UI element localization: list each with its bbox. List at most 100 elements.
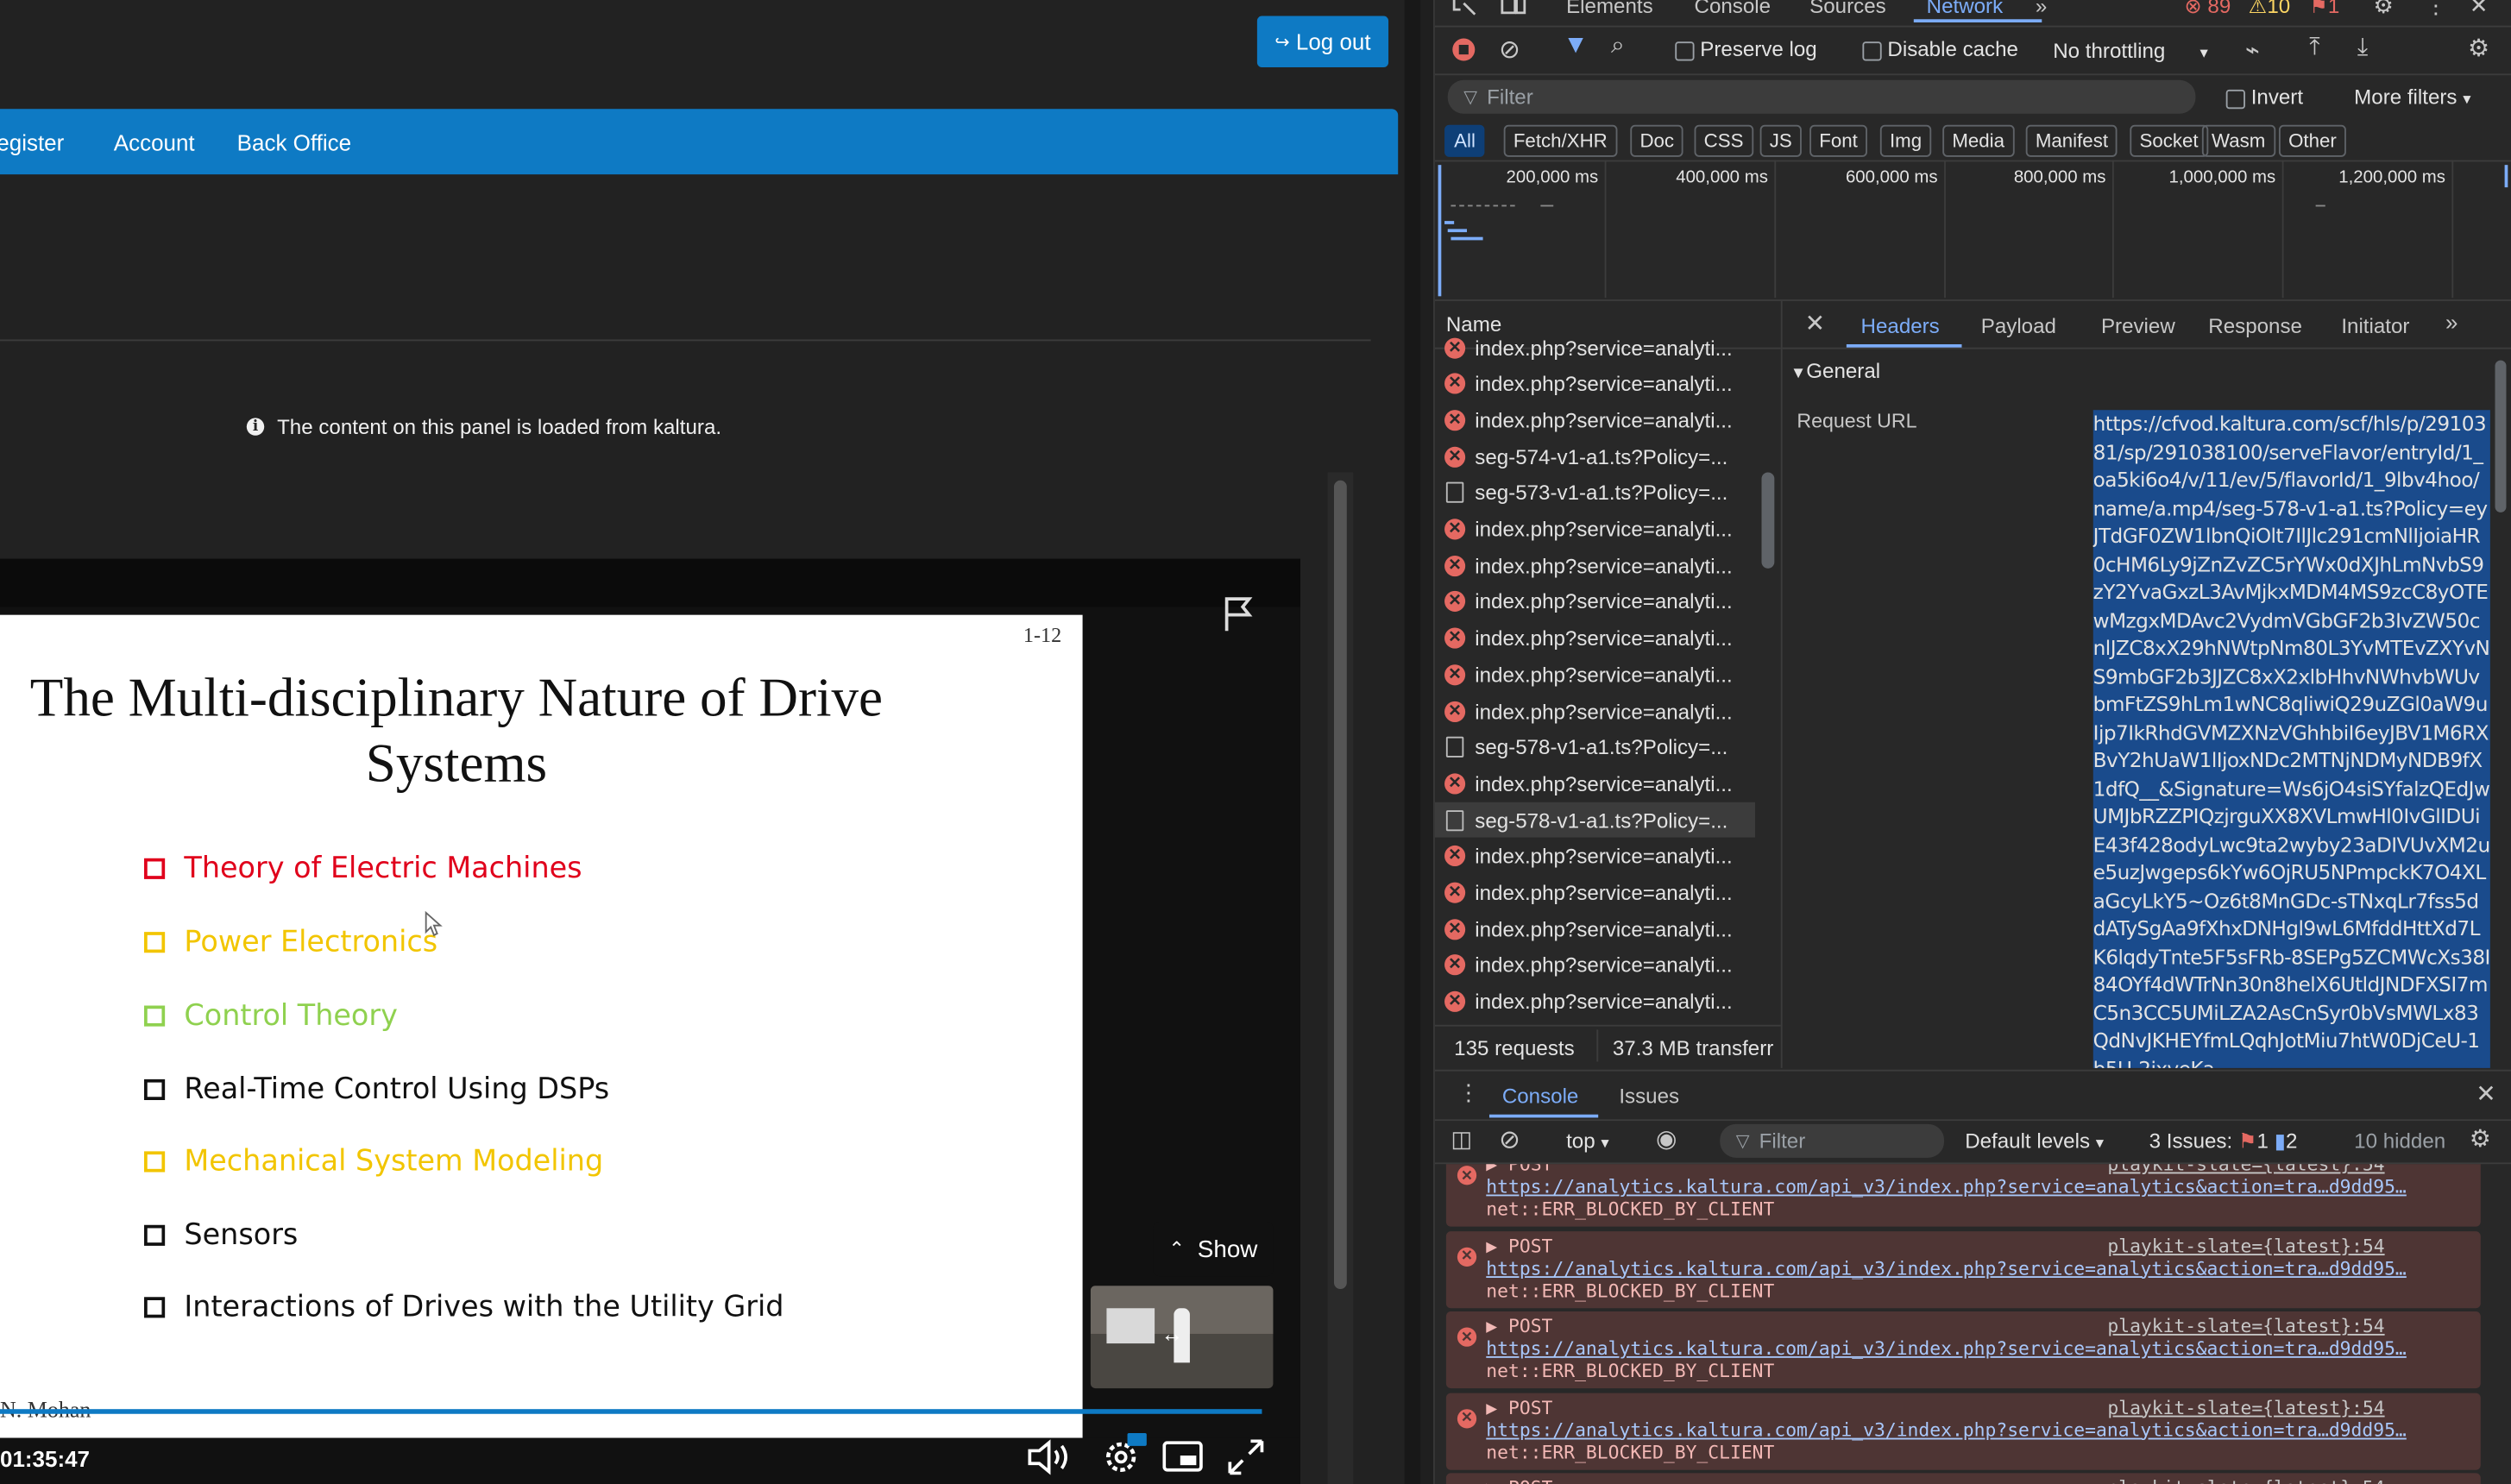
request-row[interactable]: ✕ index.php?service=analyti...	[1444, 620, 1755, 656]
nav-back-office[interactable]: Back Office	[237, 129, 351, 155]
request-row[interactable]: ✕ index.php?service=analyti...	[1444, 766, 1755, 802]
preserve-log-box[interactable]	[1675, 41, 1695, 60]
request-row[interactable]: ✕ index.php?service=analyti...	[1444, 984, 1755, 1020]
console-source-link[interactable]: playkit-slate={latest}:54	[2107, 1315, 2384, 1337]
context-selector[interactable]: top ▾	[1566, 1129, 1609, 1153]
live-expression-eye-icon[interactable]: ◉	[1656, 1124, 1677, 1154]
invert-checkbox[interactable]: Invert	[2225, 85, 2303, 109]
invert-box[interactable]	[2225, 89, 2245, 109]
drawer-tab-issues[interactable]: Issues	[1619, 1084, 1679, 1108]
network-conditions-icon[interactable]: ⌁	[2245, 35, 2260, 65]
tab-elements[interactable]: Elements	[1566, 0, 1653, 17]
tab-headers[interactable]: Headers	[1861, 314, 1940, 338]
drawer-menu-icon[interactable]: ⋮	[1457, 1079, 1480, 1107]
log-levels-dropdown[interactable]: Default levels ▾	[1965, 1129, 2104, 1153]
issues-counter[interactable]: 3 Issues: ⚑1 ▮2	[2149, 1129, 2298, 1154]
kebab-menu-icon[interactable]: ⋮	[2425, 0, 2447, 19]
console-method[interactable]: ▶ POST	[1486, 1315, 1552, 1337]
console-source-link[interactable]: playkit-slate={latest}:54	[2107, 1395, 2384, 1418]
clear-console-icon[interactable]: ⊘	[1499, 1124, 1520, 1156]
tab-initiator[interactable]: Initiator	[2341, 314, 2409, 338]
request-row[interactable]: ✕ index.php?service=analyti...	[1444, 911, 1755, 946]
filter-chip-media[interactable]: Media	[1942, 124, 2015, 157]
filter-chip-manifest[interactable]: Manifest	[2025, 124, 2118, 157]
filter-funnel-icon[interactable]: ▼	[1563, 32, 1588, 60]
request-row[interactable]: ✕ index.php?service=analyti...	[1444, 584, 1755, 619]
console-url-link[interactable]: https://analytics.kaltura.com/api_v3/ind…	[1486, 1418, 2407, 1440]
request-row[interactable]: ✕ index.php?service=analyti...	[1444, 548, 1755, 583]
request-row[interactable]: ✕ index.php?service=analyti...	[1444, 839, 1755, 874]
console-source-link[interactable]: playkit-slate={latest}:54	[2107, 1476, 2384, 1484]
request-row[interactable]: seg-578-v1-a1.ts?Policy=...	[1444, 730, 1755, 765]
console-source-link[interactable]: playkit-slate={latest}:54	[2107, 1234, 2384, 1256]
pane-splitter[interactable]	[1404, 0, 1421, 1484]
console-method[interactable]: ▶ POST	[1486, 1476, 1552, 1484]
picture-in-picture-icon[interactable]	[1162, 1441, 1204, 1473]
disable-cache-box[interactable]	[1862, 41, 1882, 60]
console-method[interactable]: ▶ POST	[1486, 1234, 1552, 1256]
request-row[interactable]: ✕ index.php?service=analyti...	[1444, 512, 1755, 547]
request-row[interactable]: ✕ seg-574-v1-a1.ts?Policy=...	[1444, 439, 1755, 475]
filter-chip-all[interactable]: All	[1444, 124, 1486, 157]
request-row[interactable]: ✕ index.php?service=analyti...	[1444, 657, 1755, 692]
search-icon[interactable]: ⌕	[1611, 32, 1625, 60]
clear-icon[interactable]: ⊘	[1499, 34, 1520, 66]
console-filter-input[interactable]: ▽ Filter	[1720, 1123, 1945, 1158]
request-url-value[interactable]: https://cfvod.kaltura.com/scf/hls/p/2910…	[2092, 410, 2490, 1068]
timeline-left-handle[interactable]	[1438, 165, 1442, 297]
request-list-scrollbar[interactable]	[1761, 472, 1775, 569]
filter-chip-css[interactable]: CSS	[1694, 124, 1753, 157]
device-toolbar-icon[interactable]	[1499, 0, 1527, 16]
list-detail-divider[interactable]	[1780, 300, 1783, 1068]
request-row[interactable]: ✕ index.php?service=analyti...	[1444, 366, 1755, 401]
volume-icon[interactable]	[1027, 1438, 1078, 1477]
tab-sources[interactable]: Sources	[1809, 0, 1886, 17]
flag-icon[interactable]	[1220, 593, 1256, 634]
preserve-log-checkbox[interactable]: Preserve log	[1675, 37, 1817, 61]
detail-scrollbar[interactable]	[2495, 360, 2507, 512]
progress-bar[interactable]	[0, 1409, 1262, 1414]
filter-chip-socket[interactable]: Socket	[2130, 124, 2208, 157]
console-url-link[interactable]: https://analytics.kaltura.com/api_v3/ind…	[1486, 1337, 2407, 1360]
more-filters-dropdown[interactable]: More filters ▾	[2354, 85, 2470, 109]
nav-account[interactable]: Account	[114, 129, 195, 155]
presenter-thumbnail[interactable]: ↔	[1090, 1286, 1274, 1389]
sidebar-toggle-icon[interactable]: ◫	[1451, 1126, 1472, 1154]
fullscreen-icon[interactable]	[1227, 1438, 1266, 1477]
console-error-message[interactable]: ✕▶ POSTplaykit-slate={latest}:54	[1445, 1473, 2481, 1484]
console-url-link[interactable]: https://analytics.kaltura.com/api_v3/ind…	[1486, 1175, 2407, 1198]
filter-chip-wasm[interactable]: Wasm	[2201, 124, 2275, 157]
close-drawer-icon[interactable]: ✕	[2476, 1079, 2495, 1109]
more-detail-tabs-icon[interactable]: »	[2445, 309, 2458, 335]
console-settings-icon[interactable]: ⚙	[2470, 1124, 2491, 1154]
console-error-message[interactable]: ✕ ▶ POST playkit-slate={latest}:54https://…	[1445, 1164, 2481, 1227]
throttling-select[interactable]: No throttling ▾	[2053, 39, 2208, 63]
close-detail-icon[interactable]: ✕	[1805, 309, 1825, 338]
filter-chip-font[interactable]: Font	[1809, 124, 1868, 157]
tab-console[interactable]: Console	[1695, 0, 1772, 17]
filter-chip-other[interactable]: Other	[2278, 124, 2346, 157]
import-har-icon[interactable]: ⤒	[2309, 34, 2319, 61]
inspect-element-icon[interactable]	[1451, 0, 1479, 16]
request-row[interactable]: ✕ index.php?service=analyti...	[1444, 875, 1755, 910]
console-url-link[interactable]: https://analytics.kaltura.com/api_v3/ind…	[1486, 1256, 2407, 1279]
console-method[interactable]: ▶ POST	[1486, 1395, 1552, 1418]
disable-cache-checkbox[interactable]: Disable cache	[1862, 37, 2018, 61]
tab-payload[interactable]: Payload	[1981, 314, 2056, 338]
console-error-message[interactable]: ✕ ▶ POST playkit-slate={latest}:54https://…	[1445, 1311, 2481, 1389]
info-count[interactable]: ⚑1	[2309, 0, 2339, 19]
request-row[interactable]: seg-578-v1-a1.ts?Policy=...	[1434, 802, 1756, 838]
filter-chip-fetchxhr[interactable]: Fetch/XHR	[1503, 124, 1617, 157]
tab-response[interactable]: Response	[2208, 314, 2302, 338]
tab-preview[interactable]: Preview	[2101, 314, 2175, 338]
settings-gear-icon[interactable]	[1102, 1433, 1150, 1478]
warning-count[interactable]: ⚠10	[2249, 0, 2290, 19]
network-settings-icon[interactable]: ⚙	[2468, 34, 2489, 63]
show-button[interactable]: ⌃ Show	[1153, 1222, 1274, 1277]
export-har-icon[interactable]: ⤓	[2357, 34, 2368, 61]
general-section-toggle[interactable]: ▼General	[1790, 359, 1880, 383]
panel-scroll-thumb[interactable]	[1333, 480, 1347, 1289]
tab-network[interactable]: Network	[1927, 0, 2004, 17]
filter-input[interactable]: ▽ Filter	[1447, 79, 2196, 114]
request-row[interactable]: ✕ index.php?service=analyti...	[1444, 694, 1755, 729]
